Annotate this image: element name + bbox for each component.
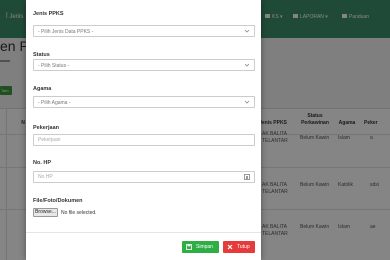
jenis-ppks-value: - Pilih Jenis Data PPKS - xyxy=(38,29,94,35)
file-status-text: No file selected. xyxy=(61,210,97,216)
agama-label: Agama xyxy=(33,86,52,92)
status-select[interactable]: - Pilih Status - xyxy=(33,59,255,71)
agama-select[interactable]: - Pilih Agama - xyxy=(33,96,255,108)
save-button[interactable]: Simpan xyxy=(182,241,219,253)
pekerjaan-input[interactable] xyxy=(33,134,255,146)
no-hp-label: No. HP xyxy=(33,160,52,166)
close-button-label: Tutup xyxy=(237,244,250,250)
modal-footer-divider xyxy=(26,232,261,233)
chevron-down-icon xyxy=(244,63,250,67)
contact-card-icon xyxy=(244,174,250,180)
agama-value: - Pilih Agama - xyxy=(38,100,71,106)
save-button-label: Simpan xyxy=(196,244,213,250)
jenis-ppks-label: Jenis PPKS xyxy=(33,11,64,17)
status-label: Status xyxy=(33,52,50,58)
pekerjaan-label: Pekerjaan xyxy=(33,125,59,131)
close-icon xyxy=(227,244,233,250)
chevron-down-icon xyxy=(244,100,250,104)
file-label: File/Foto/Dokumen xyxy=(33,198,83,204)
jenis-ppks-select[interactable]: - Pilih Jenis Data PPKS - xyxy=(33,25,255,37)
save-icon xyxy=(186,244,192,250)
no-hp-input[interactable] xyxy=(33,171,255,183)
add-ppks-modal: Jenis PPKS - Pilih Jenis Data PPKS - Sta… xyxy=(26,0,261,260)
browse-file-button[interactable]: Browse... xyxy=(33,208,58,217)
chevron-down-icon xyxy=(244,29,250,33)
status-value: - Pilih Status - xyxy=(38,63,70,69)
close-button[interactable]: Tutup xyxy=(223,241,255,253)
